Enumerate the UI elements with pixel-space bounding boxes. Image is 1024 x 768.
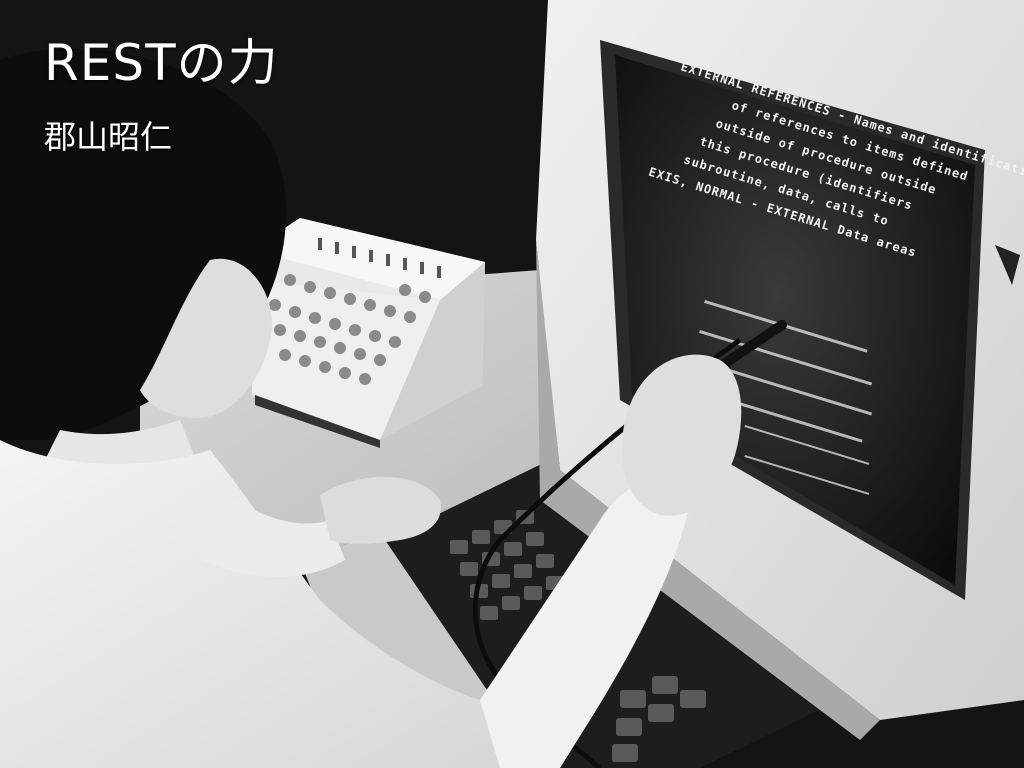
photo-background: EXTERNAL REFERENCES - Names and identifi…: [0, 0, 1024, 768]
slide-title: RESTの力: [44, 34, 279, 92]
slide-author: 郡山昭仁: [44, 118, 173, 156]
slide: EXTERNAL REFERENCES - Names and identifi…: [0, 0, 1024, 768]
